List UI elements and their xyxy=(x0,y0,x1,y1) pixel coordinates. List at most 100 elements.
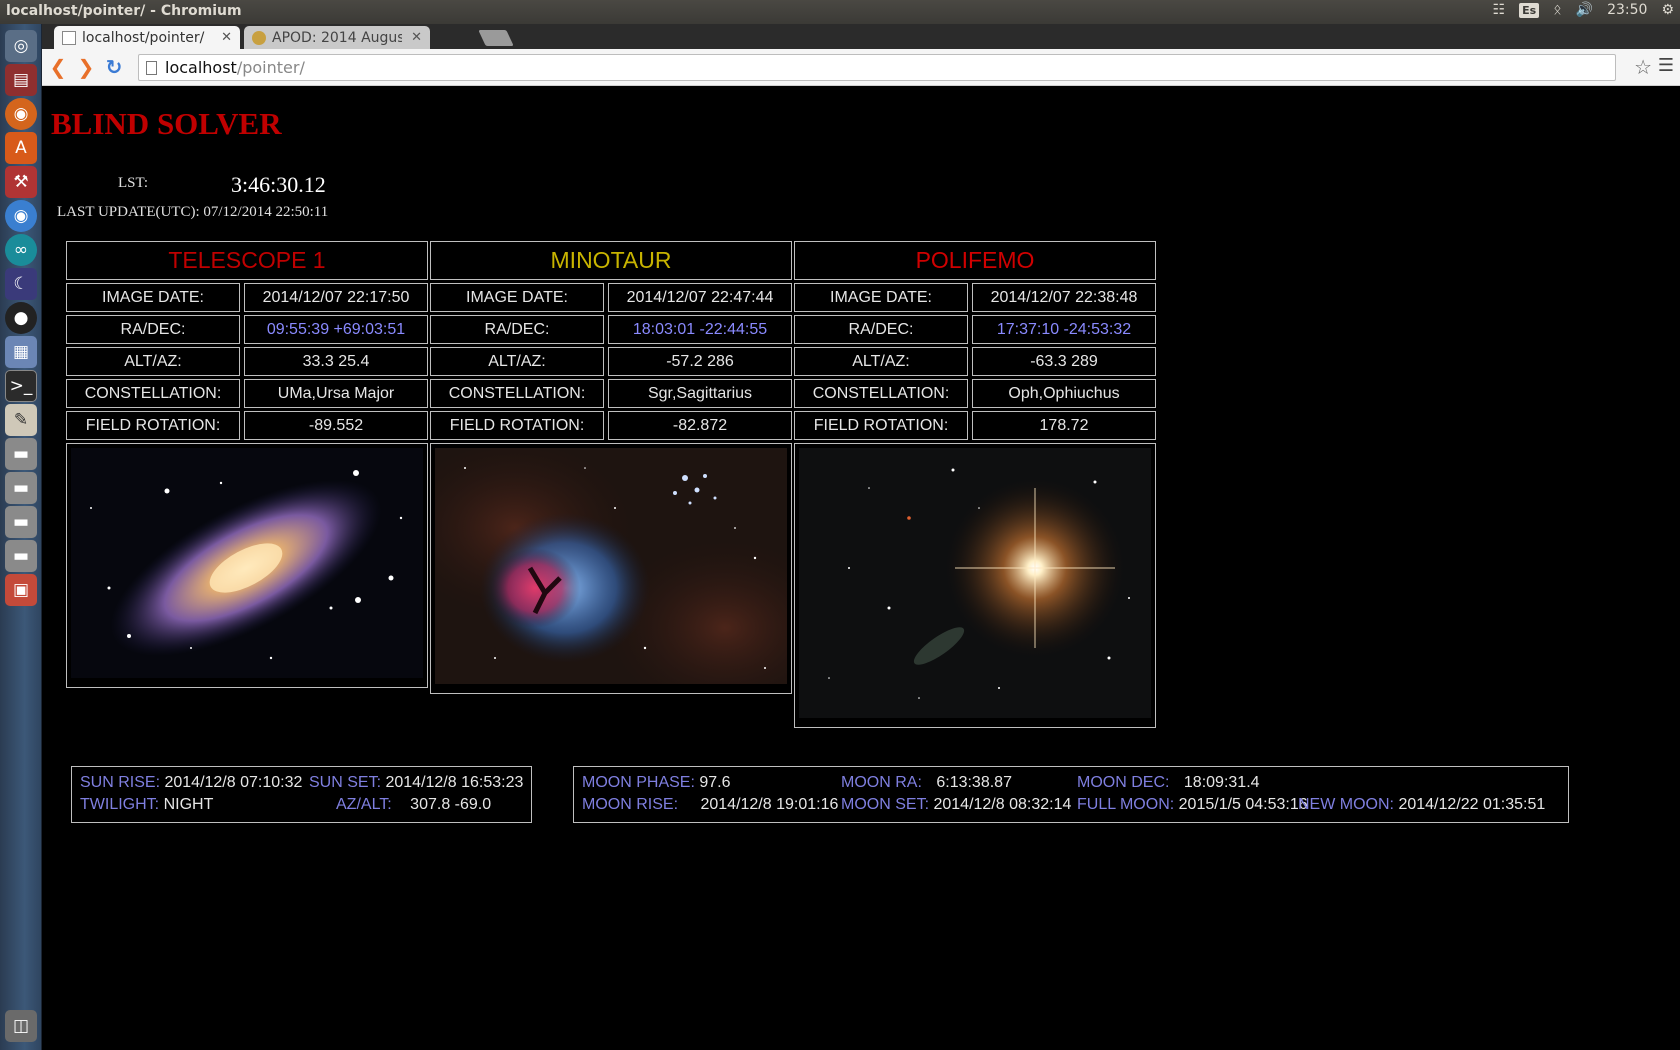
close-icon[interactable]: ✕ xyxy=(411,30,422,45)
tab-localhost-pointer[interactable]: localhost/pointer/ ✕ xyxy=(54,26,240,49)
tab-label: localhost/pointer/ xyxy=(82,29,205,46)
gimp-icon[interactable]: ▦ xyxy=(5,336,37,368)
field-rotation-value: 178.72 xyxy=(972,411,1156,440)
alt-az-value: -57.2 286 xyxy=(608,347,792,376)
arduino-icon[interactable]: ∞ xyxy=(5,234,37,266)
settings-icon[interactable]: ⚒ xyxy=(5,166,37,198)
sun-set-label: SUN SET: xyxy=(309,774,382,791)
lst-label: LST: xyxy=(118,175,149,191)
moon-phase-value: 97.6 xyxy=(699,774,731,791)
constellation-label: CONSTELLATION: xyxy=(794,379,968,408)
sun-info-box: SUN RISE: 2014/12/8 07:10:32 SUN SET: 20… xyxy=(71,766,532,823)
tab-apod[interactable]: APOD: 2014 August ✕ xyxy=(244,26,430,49)
bookmark-star-icon[interactable]: ☆ xyxy=(1634,55,1652,79)
menu-icon[interactable]: ☰ xyxy=(1658,55,1674,76)
clock[interactable]: 23:50 xyxy=(1607,2,1647,18)
constellation-label: CONSTELLATION: xyxy=(430,379,604,408)
wifi-icon[interactable]: ☷ xyxy=(1493,2,1506,18)
moon-dec-value: 18:09:31.4 xyxy=(1183,774,1260,791)
ra-dec-value: 18:03:01 -22:44:55 xyxy=(608,315,792,344)
field-rotation-label: FIELD ROTATION: xyxy=(794,411,968,440)
image-date-label: IMAGE DATE: xyxy=(794,283,968,312)
alt-az-label: ALT/AZ: xyxy=(430,347,604,376)
image-date-value: 2014/12/07 22:47:44 xyxy=(608,283,792,312)
moon-rise-value: 2014/12/8 19:01:16 xyxy=(700,796,839,813)
telescope-image-frame xyxy=(395,438,845,718)
launcher: ◎ ▤ ◉ A ⚒ ◉ ∞ ☾ ● ▦ >_ ✎ ▬ ▬ ▬ ▬ ▣ ◫ xyxy=(0,24,42,1050)
system-tray: ☷ Es ᛟ 🔊 23:50 ⚙ xyxy=(1493,2,1674,18)
keyboard-layout-indicator[interactable]: Es xyxy=(1519,2,1540,18)
field-rotation-value: -89.552 xyxy=(244,411,428,440)
sun-azalt-label: AZ/ALT: xyxy=(336,796,392,813)
constellation-label: CONSTELLATION: xyxy=(66,379,240,408)
drive-icon-2[interactable]: ▬ xyxy=(5,472,37,504)
alt-az-value: 33.3 25.4 xyxy=(244,347,428,376)
volume-icon[interactable]: 🔊 xyxy=(1576,2,1593,18)
gear-icon[interactable]: ⚙ xyxy=(1661,2,1674,18)
ra-dec-value: 17:37:10 -24:53:32 xyxy=(972,315,1156,344)
telescope-panel-2: MINOTAUR IMAGE DATE: 2014/12/07 22:47:44 … xyxy=(395,241,845,718)
field-rotation-value: -82.872 xyxy=(608,411,792,440)
alt-az-label: ALT/AZ: xyxy=(66,347,240,376)
sun-set-value: 2014/12/8 16:53:23 xyxy=(385,774,524,791)
os-top-bar: localhost/pointer/ - Chromium ☷ Es ᛟ 🔊 2… xyxy=(0,0,1680,24)
moon-rise-label: MOON RISE: xyxy=(582,796,679,813)
new-tab-button[interactable] xyxy=(478,30,514,46)
moon-info-box: MOON PHASE: 97.6 MOON RA: 6:13:38.87 MOO… xyxy=(573,766,1569,823)
telescope-name: MINOTAUR xyxy=(430,241,792,280)
bluetooth-icon[interactable]: ᛟ xyxy=(1553,2,1561,18)
back-button[interactable]: ❮ xyxy=(46,55,70,79)
image-date-label: IMAGE DATE: xyxy=(66,283,240,312)
tab-label: APOD: 2014 August xyxy=(272,29,402,46)
sun-rise-label: SUN RISE: xyxy=(80,774,161,791)
apod-favicon-icon xyxy=(252,30,266,45)
sun-rise-value: 2014/12/8 07:10:32 xyxy=(164,774,303,791)
page-icon xyxy=(62,30,76,45)
page-title: BLIND SOLVER xyxy=(51,106,282,141)
window-title: localhost/pointer/ - Chromium xyxy=(6,3,242,19)
galaxy-image xyxy=(71,448,423,678)
constellation-value: Oph,Ophiuchus xyxy=(972,379,1156,408)
terminal-icon[interactable]: >_ xyxy=(5,370,37,402)
reload-button[interactable]: ↻ xyxy=(102,55,126,79)
chromium-icon[interactable]: ◉ xyxy=(5,200,37,232)
stellarium-icon[interactable]: ☾ xyxy=(5,268,37,300)
firefox-icon[interactable]: ◉ xyxy=(5,98,37,130)
moon-ra-value: 6:13:38.87 xyxy=(936,774,1012,791)
bomb-game-icon[interactable]: ● xyxy=(5,302,37,334)
url-path: /pointer/ xyxy=(236,58,305,77)
field-rotation-label: FIELD ROTATION: xyxy=(430,411,604,440)
tab-strip: localhost/pointer/ ✕ APOD: 2014 August ✕ xyxy=(42,24,1680,49)
full-moon-label: FULL MOON: xyxy=(1077,796,1175,813)
moon-phase-label: MOON PHASE: xyxy=(582,774,695,791)
moon-set-value: 2014/12/8 08:32:14 xyxy=(933,796,1072,813)
sun-azalt-value: 307.8 -69.0 xyxy=(410,796,492,813)
files-icon[interactable]: ▤ xyxy=(5,64,37,96)
trash-icon[interactable]: ◫ xyxy=(5,1010,37,1042)
field-rotation-label: FIELD ROTATION: xyxy=(66,411,240,440)
moon-set-label: MOON SET: xyxy=(841,796,930,813)
text-editor-icon[interactable]: ✎ xyxy=(5,404,37,436)
moon-dec-label: MOON DEC: xyxy=(1077,774,1170,791)
telescope-panel-3: POLIFEMO IMAGE DATE: 2014/12/07 22:38:48 … xyxy=(794,241,1156,728)
alt-az-label: ALT/AZ: xyxy=(794,347,968,376)
telescope-name: TELESCOPE 1 xyxy=(66,241,428,280)
telescope-image-frame xyxy=(66,443,428,688)
twilight-label: TWILIGHT: xyxy=(80,796,160,813)
telescope-panel-1: TELESCOPE 1 IMAGE DATE: 2014/12/07 22:17:… xyxy=(66,241,428,688)
software-center-icon[interactable]: A xyxy=(5,132,37,164)
drive-icon-4[interactable]: ▬ xyxy=(5,540,37,572)
last-update: LAST UPDATE(UTC): 07/12/2014 22:50:11 xyxy=(57,204,329,220)
drive-icon-1[interactable]: ▬ xyxy=(5,438,37,470)
screenshot-icon[interactable]: ▣ xyxy=(5,574,37,606)
telescope-image-frame xyxy=(794,443,1156,728)
url-host: localhost xyxy=(165,58,237,77)
dash-home-icon[interactable]: ◎ xyxy=(5,30,37,62)
close-icon[interactable]: ✕ xyxy=(221,30,232,45)
drive-icon-3[interactable]: ▬ xyxy=(5,506,37,538)
browser-toolbar: ❮ ❯ ↻ localhost/pointer/ ☆ ☰ xyxy=(42,49,1680,86)
address-bar[interactable]: localhost/pointer/ xyxy=(138,54,1616,81)
page-content: BLIND SOLVER LST: 3:46:30.12 LAST UPDATE… xyxy=(42,87,1680,1050)
new-moon-label: NEW MOON: xyxy=(1298,796,1394,813)
forward-button[interactable]: ❯ xyxy=(74,55,98,79)
